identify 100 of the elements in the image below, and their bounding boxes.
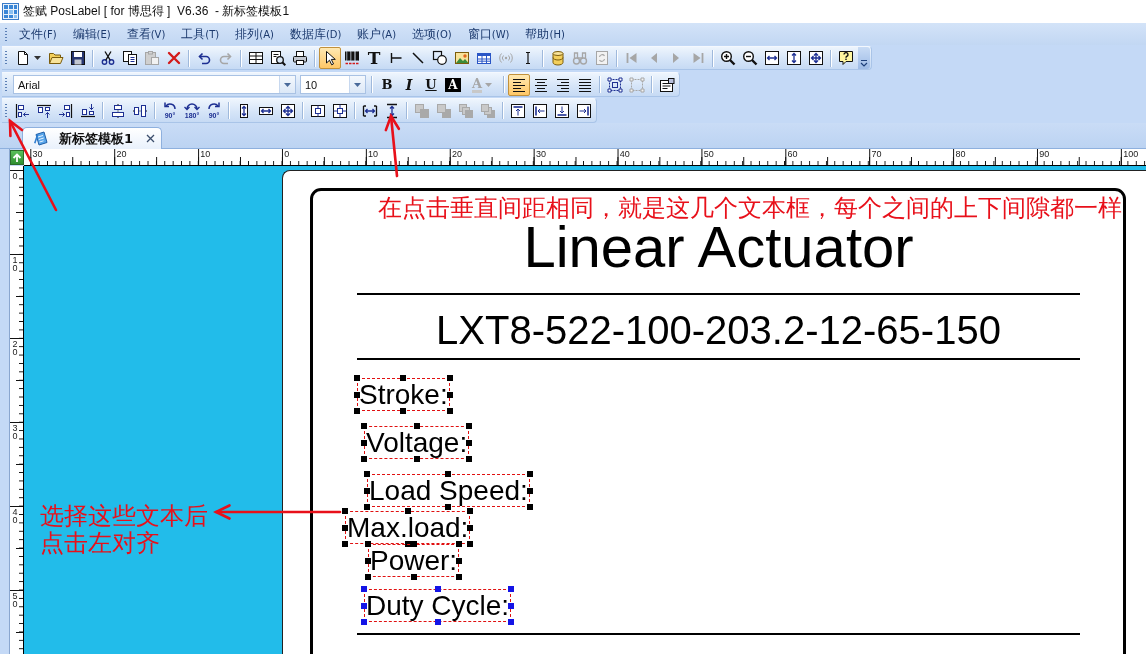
annotation-arrow [384, 113, 401, 178]
menu-item[interactable]: 窗口(W) [459, 23, 518, 45]
dropdown-button[interactable] [349, 76, 365, 93]
inverse-button[interactable]: A [442, 73, 464, 96]
menu-item[interactable]: 数据库(D) [281, 23, 350, 45]
resize-handle[interactable] [434, 586, 441, 592]
selection-frame[interactable]: Voltage: [364, 426, 470, 459]
ruler-number: 40 [12, 508, 18, 524]
dropdown-button[interactable] [279, 76, 295, 93]
resize-handle[interactable] [526, 471, 533, 477]
ruler-number: 0 [12, 172, 18, 180]
resize-handle[interactable] [404, 508, 411, 514]
resize-handle[interactable] [467, 508, 474, 514]
resize-handle[interactable] [508, 619, 515, 625]
resize-handle[interactable] [342, 524, 348, 531]
resize-handle[interactable] [342, 541, 348, 547]
grip-handle[interactable] [5, 102, 7, 119]
folder-icon [48, 50, 64, 66]
resize-handle[interactable] [446, 375, 453, 381]
resize-handle[interactable] [445, 504, 452, 510]
help-icon [838, 50, 854, 66]
pointer-button[interactable] [319, 47, 341, 69]
resize-handle[interactable] [467, 524, 474, 531]
align-left-button[interactable] [508, 73, 530, 96]
resize-handle[interactable] [354, 375, 360, 381]
menu-item[interactable]: 选项(O) [404, 23, 460, 45]
menu-item[interactable]: 查看(V) [118, 23, 174, 45]
copy-icon [122, 50, 138, 66]
selection-frame[interactable]: Load Speed: [367, 474, 530, 507]
binoculars-icon [572, 50, 588, 66]
redo-icon [218, 50, 234, 66]
resize-handle[interactable] [342, 508, 348, 514]
menu-item[interactable]: 工具(T) [173, 23, 228, 45]
grip-handle[interactable] [5, 27, 7, 41]
align-center-icon [533, 76, 549, 93]
ruler-number: 30 [535, 150, 546, 159]
underline-button[interactable]: U [420, 73, 442, 96]
resize-handle[interactable] [508, 602, 515, 609]
italic-button[interactable]: I [398, 73, 420, 96]
resize-handle[interactable] [466, 456, 473, 462]
resize-handle[interactable] [365, 557, 371, 564]
bold-button[interactable]: B [376, 73, 398, 96]
resize-handle[interactable] [466, 423, 473, 429]
resize-handle[interactable] [526, 504, 533, 510]
selection-frame[interactable]: Power: [368, 544, 460, 577]
first-icon [624, 50, 640, 66]
resize-handle[interactable] [466, 439, 473, 446]
close-tab-button[interactable] [144, 132, 156, 145]
resize-handle[interactable] [456, 557, 463, 564]
resize-handle[interactable] [365, 541, 371, 547]
dock-top-icon [510, 102, 526, 119]
resize-handle[interactable] [456, 574, 463, 580]
text-tool-button[interactable]: T [363, 47, 385, 69]
ruler-number: 10 [12, 256, 18, 272]
resize-handle[interactable] [354, 391, 360, 398]
ruler-corner-button[interactable] [10, 150, 24, 165]
resize-handle[interactable] [410, 574, 417, 580]
part-number: LXT8-522-100-203.2-12-65-150 [435, 310, 1002, 350]
document-tab[interactable]: 新标签模板1 [22, 127, 162, 149]
menu-item[interactable]: 文件(F) [11, 23, 65, 45]
menu-item[interactable]: 编辑(E) [64, 23, 119, 45]
justify-icon [577, 76, 593, 93]
ruler-number: 30 [32, 150, 43, 159]
resize-handle[interactable] [446, 391, 453, 398]
resize-handle[interactable] [445, 471, 452, 477]
resize-handle[interactable] [364, 487, 370, 494]
menu-item[interactable]: 排列(A) [227, 23, 282, 45]
toolbar-overflow-button[interactable] [858, 47, 870, 69]
resize-handle[interactable] [508, 586, 515, 592]
resize-handle[interactable] [413, 456, 420, 462]
resize-handle[interactable] [400, 408, 407, 414]
resize-handle[interactable] [364, 504, 370, 510]
menu-item[interactable]: 帮助(H) [517, 23, 573, 45]
resize-handle[interactable] [364, 471, 370, 477]
ungroup-icon [629, 76, 645, 93]
font-size-combo[interactable]: 10 [300, 75, 366, 94]
selection-frame[interactable]: Duty Cycle: [364, 589, 512, 622]
ruler-number: 10 [200, 150, 211, 159]
resize-handle[interactable] [400, 375, 407, 381]
resize-handle[interactable] [361, 439, 367, 446]
grid-page-icon [248, 50, 264, 66]
resize-handle[interactable] [413, 423, 420, 429]
resize-handle[interactable] [361, 456, 367, 462]
resize-handle[interactable] [434, 619, 441, 625]
caret-icon [34, 56, 41, 60]
fit-page-icon [808, 50, 824, 66]
resize-handle[interactable] [361, 619, 367, 625]
selection-frame[interactable]: Stroke: [357, 378, 450, 411]
resize-handle[interactable] [354, 408, 360, 414]
ruler-number: 50 [12, 592, 18, 608]
resize-handle[interactable] [446, 408, 453, 414]
font-combo[interactable]: Arial [13, 75, 296, 94]
grip-handle[interactable] [5, 50, 7, 66]
menu-item[interactable]: 账户(A) [349, 23, 405, 45]
printer-icon [292, 50, 308, 66]
resize-handle[interactable] [361, 602, 367, 609]
resize-handle[interactable] [526, 487, 533, 494]
annotation-text: 选择这些文本后点击左对齐 [40, 503, 209, 557]
resize-handle[interactable] [361, 423, 367, 429]
cross-icon [166, 50, 182, 66]
